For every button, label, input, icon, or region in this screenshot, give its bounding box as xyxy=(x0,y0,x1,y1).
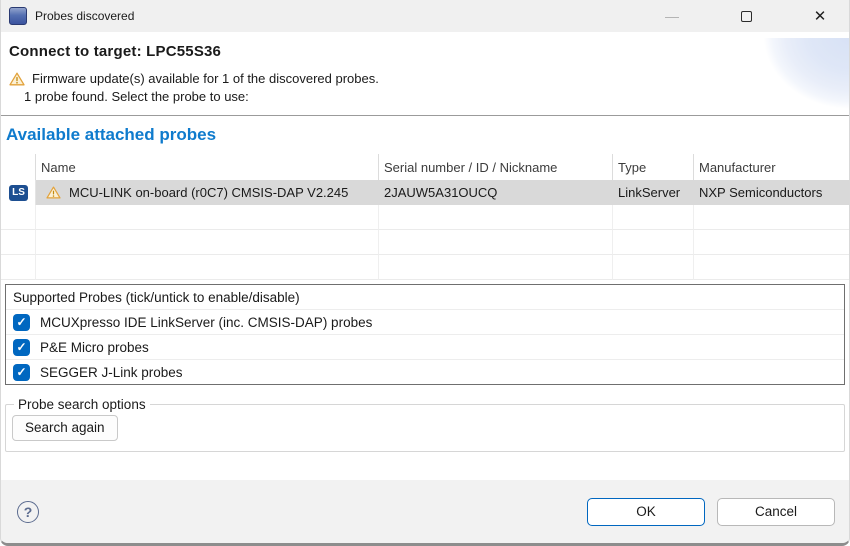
table-row-probe[interactable]: LS MCU-LINK on-board (r0C7) CMSIS-DAP V2… xyxy=(1,180,849,205)
probe-manufacturer-cell[interactable]: NXP Semiconductors xyxy=(694,180,849,205)
maximize-icon[interactable] xyxy=(723,0,769,32)
cancel-button[interactable]: Cancel xyxy=(717,497,835,526)
probe-found-status: 1 probe found. Select the probe to use: xyxy=(24,89,249,104)
available-probes-heading: Available attached probes xyxy=(6,125,217,144)
probe-search-options-legend: Probe search options xyxy=(18,397,146,412)
linkserver-checkbox[interactable] xyxy=(13,313,30,331)
column-header-manufacturer[interactable]: Manufacturer xyxy=(694,154,849,180)
window-controls: — ✕ xyxy=(621,0,849,32)
header-icon-column xyxy=(1,154,36,180)
search-again-button[interactable]: Search again xyxy=(12,415,118,441)
title-bar: Probes discovered — ✕ xyxy=(1,0,849,32)
table-row-empty xyxy=(1,205,849,230)
minimize-icon[interactable]: — xyxy=(649,0,695,32)
probe-name-text: MCU-LINK on-board (r0C7) CMSIS-DAP V2.24… xyxy=(69,185,349,200)
table-header-row: Name Serial number / ID / Nickname Type … xyxy=(1,154,849,180)
help-icon[interactable]: ? xyxy=(17,500,39,523)
column-header-name[interactable]: Name xyxy=(36,154,379,180)
connect-target-title: Connect to target: LPC55S36 xyxy=(9,43,222,60)
firmware-warning-text: Firmware update(s) available for 1 of th… xyxy=(32,71,379,86)
ok-button[interactable]: OK xyxy=(587,497,705,526)
probes-table: Name Serial number / ID / Nickname Type … xyxy=(1,154,849,280)
checkbox-row-segger[interactable]: SEGGER J-Link probes xyxy=(6,359,844,384)
dialog-header: Connect to target: LPC55S36 Firmware upd… xyxy=(1,32,849,116)
column-header-type[interactable]: Type xyxy=(613,154,694,180)
table-row-empty xyxy=(1,255,849,280)
probes-discovered-dialog: Probes discovered — ✕ Connect to target:… xyxy=(0,0,850,546)
column-header-serial[interactable]: Serial number / ID / Nickname xyxy=(379,154,613,180)
segger-checkbox-label: SEGGER J-Link probes xyxy=(40,364,183,380)
pemicro-checkbox[interactable] xyxy=(13,338,30,356)
probe-search-options-group: Probe search options Search again xyxy=(5,397,845,452)
window-title: Probes discovered xyxy=(35,9,135,23)
mcuxpresso-app-icon xyxy=(9,7,27,25)
segger-checkbox[interactable] xyxy=(13,363,30,381)
probe-type-cell: LS xyxy=(1,180,36,205)
probe-serial-cell[interactable]: 2JAUW5A31OUCQ xyxy=(379,180,613,205)
pemicro-checkbox-label: P&E Micro probes xyxy=(40,339,149,355)
supported-probes-label: Supported Probes (tick/untick to enable/… xyxy=(13,290,300,305)
warning-icon xyxy=(9,72,25,85)
dialog-footer: ? OK Cancel xyxy=(1,480,849,543)
checkbox-row-linkserver[interactable]: MCUXpresso IDE LinkServer (inc. CMSIS-DA… xyxy=(6,309,844,334)
supported-probes-group: Supported Probes (tick/untick to enable/… xyxy=(5,284,845,385)
table-row-empty xyxy=(1,230,849,255)
checkbox-row-pemicro[interactable]: P&E Micro probes xyxy=(6,334,844,359)
probe-type-value-cell[interactable]: LinkServer xyxy=(613,180,694,205)
maximize-glyph xyxy=(740,10,752,22)
linkserver-checkbox-label: MCUXpresso IDE LinkServer (inc. CMSIS-DA… xyxy=(40,314,373,330)
close-icon[interactable]: ✕ xyxy=(797,0,843,32)
linkserver-badge-icon: LS xyxy=(9,184,28,201)
probe-name-cell[interactable]: MCU-LINK on-board (r0C7) CMSIS-DAP V2.24… xyxy=(36,180,379,205)
probe-warning-icon xyxy=(46,186,61,199)
